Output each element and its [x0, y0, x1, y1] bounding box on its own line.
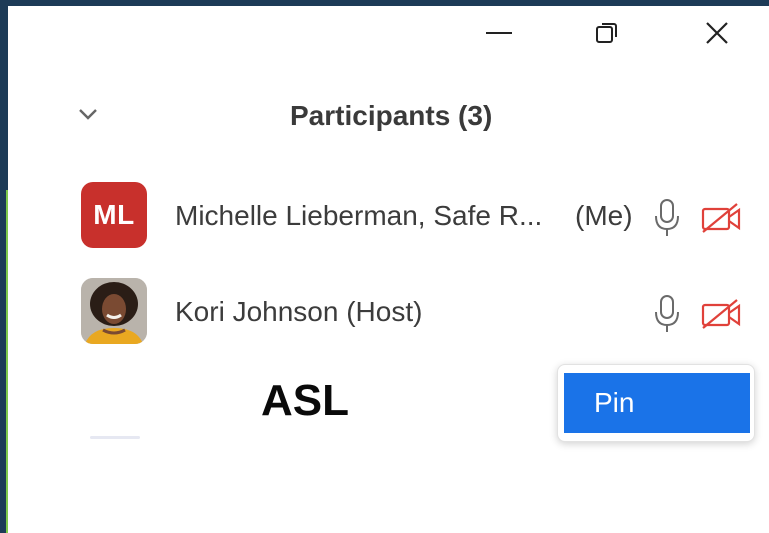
minimize-icon	[486, 32, 512, 34]
panel-title: Participants (3)	[290, 100, 493, 131]
close-icon	[706, 22, 728, 44]
participant-row[interactable]: Kori Johnson (Host)	[8, 274, 769, 354]
microphone-icon[interactable]	[653, 294, 681, 334]
participants-window: Participants (3) ML Michelle Lieberman, …	[8, 6, 769, 533]
me-label: (Me)	[575, 200, 633, 231]
minimize-button[interactable]	[476, 14, 522, 52]
participant-name: Kori Johnson (Host)	[175, 296, 423, 327]
restore-button[interactable]	[584, 14, 630, 52]
restore-icon	[596, 23, 617, 43]
video-off-icon[interactable]	[700, 202, 742, 234]
chevron-down-icon	[79, 109, 97, 120]
video-off-icon[interactable]	[700, 298, 742, 330]
asl-label: ASL	[261, 376, 349, 425]
avatar	[81, 278, 147, 344]
microphone-icon[interactable]	[653, 198, 681, 238]
partial-row-divider	[90, 436, 140, 439]
participant-row[interactable]: ML Michelle Lieberman, Safe R... (Me)	[8, 178, 769, 258]
title-bar	[8, 6, 769, 58]
close-button[interactable]	[694, 14, 740, 52]
context-menu: Pin	[557, 364, 755, 442]
participant-name: Michelle Lieberman, Safe R...	[175, 200, 543, 231]
pin-menu-item[interactable]: Pin	[564, 373, 750, 433]
profile-photo	[81, 278, 147, 344]
participants-header: Participants (3)	[8, 86, 769, 142]
collapse-button[interactable]	[70, 102, 106, 126]
avatar: ML	[81, 182, 147, 248]
